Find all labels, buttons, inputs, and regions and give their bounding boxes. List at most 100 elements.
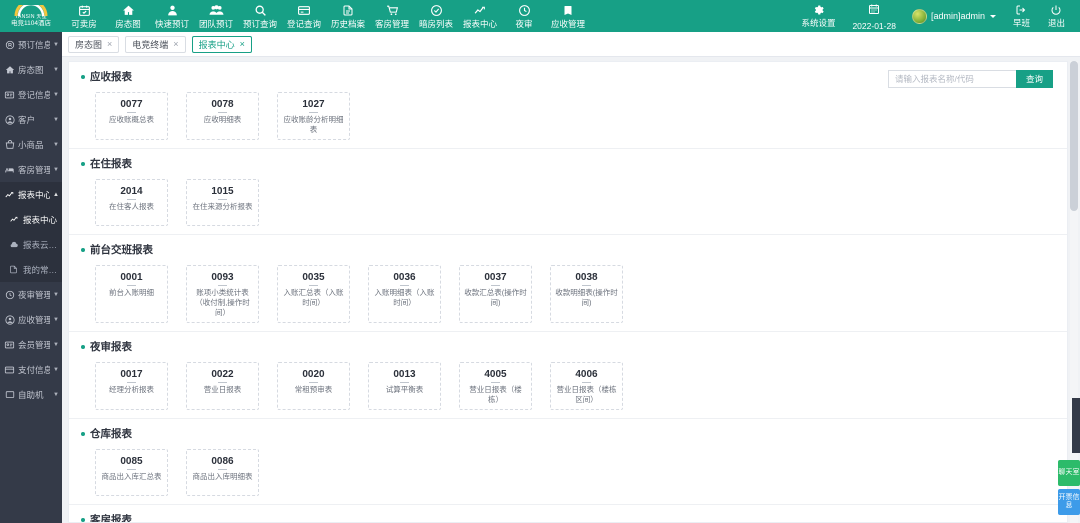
sidebar-subitem-my-favorites[interactable]: 我的常用... <box>0 257 62 282</box>
report-card[interactable]: 4005 营业日报表（楼栋） <box>459 362 532 410</box>
scrollbar-thumb[interactable] <box>1070 61 1078 211</box>
nav-item-room-management[interactable]: 客房管理 <box>370 0 414 32</box>
sidebar-item-report-center[interactable]: 报表中心 ▲ <box>0 182 62 207</box>
report-code: 0001 <box>120 272 143 283</box>
nav-label: 夜审 <box>515 19 533 29</box>
close-icon[interactable]: × <box>173 39 178 49</box>
report-card[interactable]: 0013 试算平衡表 <box>368 362 441 410</box>
close-icon[interactable]: × <box>240 39 245 49</box>
sidebar-item-room-status[interactable]: 房态图 ▼ <box>0 57 62 82</box>
invoice-info-button[interactable]: 开票信息 <box>1058 489 1080 515</box>
report-card[interactable]: 0036 入账明细表（入账时间） <box>368 265 441 323</box>
brand-logo[interactable]: TANSIN 天星 电竞1104酒店 <box>0 0 62 32</box>
sidebar-label: 会员管理 <box>18 339 51 350</box>
report-card[interactable]: 1027 应收账龄分析明细表 <box>277 92 350 140</box>
system-settings-button[interactable]: 系统设置 <box>792 0 844 32</box>
divider <box>127 112 136 113</box>
nav-item-booking-search[interactable]: 预订查询 <box>238 0 282 32</box>
report-card[interactable]: 1015 在住来源分析报表 <box>186 179 259 226</box>
report-card[interactable]: 0086 商品出入库明细表 <box>186 449 259 496</box>
nav-item-available-rooms[interactable]: 可卖房 <box>62 0 106 32</box>
sidebar-label: 房态图 <box>18 64 44 75</box>
business-date-display[interactable]: 2022-01-28 <box>844 0 903 32</box>
sidebar-item-goods[interactable]: 小商品 ▼ <box>0 132 62 157</box>
report-card[interactable]: 2014 在住客人报表 <box>95 179 168 226</box>
user-menu[interactable]: [admin]admin <box>904 0 1004 32</box>
divider <box>491 382 500 383</box>
invoice-info-label: 开票信息 <box>1058 493 1080 510</box>
divider <box>582 382 591 383</box>
report-search-box: 查询 <box>887 70 1053 88</box>
sidebar-item-room-management[interactable]: 客房管理 ▼ <box>0 157 62 182</box>
report-card[interactable]: 0022 营业日报表 <box>186 362 259 410</box>
nav-item-group-booking[interactable]: 团队预订 <box>194 0 238 32</box>
report-name: 应收账概总表 <box>109 115 154 124</box>
shift-button[interactable]: 早班 <box>1004 0 1039 32</box>
report-card[interactable]: 0001 前台入账明细 <box>95 265 168 323</box>
group-title-label: 应收报表 <box>90 71 132 83</box>
idcard-icon <box>4 90 15 100</box>
report-card[interactable]: 0077 应收账概总表 <box>95 92 168 140</box>
file-icon <box>342 3 354 17</box>
group-title-label: 前台交班报表 <box>90 244 153 256</box>
chevron-down-icon <box>989 14 996 18</box>
tab-room-status[interactable]: 房态图 × <box>68 35 120 53</box>
report-card[interactable]: 0017 经理分析报表 <box>95 362 168 410</box>
cart-icon <box>386 3 399 17</box>
search-button[interactable]: 查询 <box>1015 70 1053 88</box>
tab-esports-terminal[interactable]: 电竞终端 × <box>125 35 186 53</box>
group-title-label: 仓库报表 <box>90 428 132 440</box>
nav-item-history-archive[interactable]: 历史档案 <box>326 0 370 32</box>
nav-item-room-status[interactable]: 房态图 <box>106 0 150 32</box>
report-card[interactable]: 0020 常租预审表 <box>277 362 350 410</box>
nav-item-quick-booking[interactable]: 快速预订 <box>150 0 194 32</box>
sidebar-item-self-service-machine[interactable]: 自助机 ▼ <box>0 382 62 407</box>
divider <box>218 112 227 113</box>
sidebar-subitem-report-cloud[interactable]: 报表云中... <box>0 232 62 257</box>
close-icon[interactable]: × <box>107 39 112 49</box>
sidebar-item-payment-info[interactable]: 支付信息 ▼ <box>0 357 62 382</box>
sidebar-item-night-audit-management[interactable]: 夜审管理 ▼ <box>0 282 62 307</box>
search-input[interactable] <box>887 70 1016 88</box>
logout-button[interactable]: 退出 <box>1039 0 1074 32</box>
report-name: 商品出入库明细表 <box>192 472 253 481</box>
content-area: 查询 应收报表 0077 <box>62 57 1080 523</box>
logo-arc-icon <box>14 4 48 16</box>
nav-item-night-audit[interactable]: 夜审 <box>502 0 546 32</box>
chevron-down-icon: ▼ <box>53 141 59 148</box>
sidebar-item-member-management[interactable]: 会员管理 ▼ <box>0 332 62 357</box>
chat-room-button[interactable]: 聊天室 <box>1058 460 1080 486</box>
group-title: 客房报表 <box>69 505 1067 522</box>
tab-report-center[interactable]: 报表中心 × <box>191 35 252 53</box>
nav-item-report-center[interactable]: 报表中心 <box>458 0 502 32</box>
bed-icon <box>4 165 15 175</box>
calendar-icon <box>868 2 880 20</box>
nav-item-registration-search[interactable]: 登记查询 <box>282 0 326 32</box>
group-cards: 0001 前台入账明细 0093 账项小类统计表（收付制,操作时间） 0035 … <box>69 262 1067 332</box>
sidebar-item-registration-info[interactable]: 登记信息 ▼ <box>0 82 62 107</box>
nav-item-dark-room-list[interactable]: 暗房列表 <box>414 0 458 32</box>
sidebar-subitem-report-center[interactable]: 报表中心 <box>0 207 62 232</box>
report-card[interactable]: 0037 收款汇总表(操作时间) <box>459 265 532 323</box>
report-card[interactable]: 4006 营业日报表（楼栋区间） <box>550 362 623 410</box>
report-card[interactable]: 0038 收款明细表(操作时间) <box>550 265 623 323</box>
report-name: 商品出入库汇总表 <box>101 472 162 481</box>
report-code: 4005 <box>484 369 507 380</box>
group-cards: 0085 商品出入库汇总表 0086 商品出入库明细表 <box>69 446 1067 505</box>
report-group: 仓库报表 0085 商品出入库汇总表 0086 商品出入库明细表 <box>69 419 1067 505</box>
report-card[interactable]: 0035 入账汇总表（入账时间） <box>277 265 350 323</box>
divider <box>309 112 318 113</box>
sidebar-item-receivable-management[interactable]: 应收管理 ▼ <box>0 307 62 332</box>
report-card[interactable]: 0085 商品出入库汇总表 <box>95 449 168 496</box>
report-code: 0013 <box>393 369 416 380</box>
idcard-icon <box>4 340 15 350</box>
vertical-scrollbar[interactable] <box>1070 61 1078 523</box>
report-name: 收款明细表(操作时间) <box>555 288 618 307</box>
sidebar-label: 夜审管理 <box>18 289 51 300</box>
nav-item-receivable-management[interactable]: 应收管理 <box>546 0 590 32</box>
sidebar-item-booking-info[interactable]: 预订信息 ▼ <box>0 32 62 57</box>
report-card[interactable]: 0093 账项小类统计表（收付制,操作时间） <box>186 265 259 323</box>
report-card[interactable]: 0078 应收明细表 <box>186 92 259 140</box>
sidebar-item-customer[interactable]: 客户 ▼ <box>0 107 62 132</box>
power-icon <box>1050 3 1062 16</box>
